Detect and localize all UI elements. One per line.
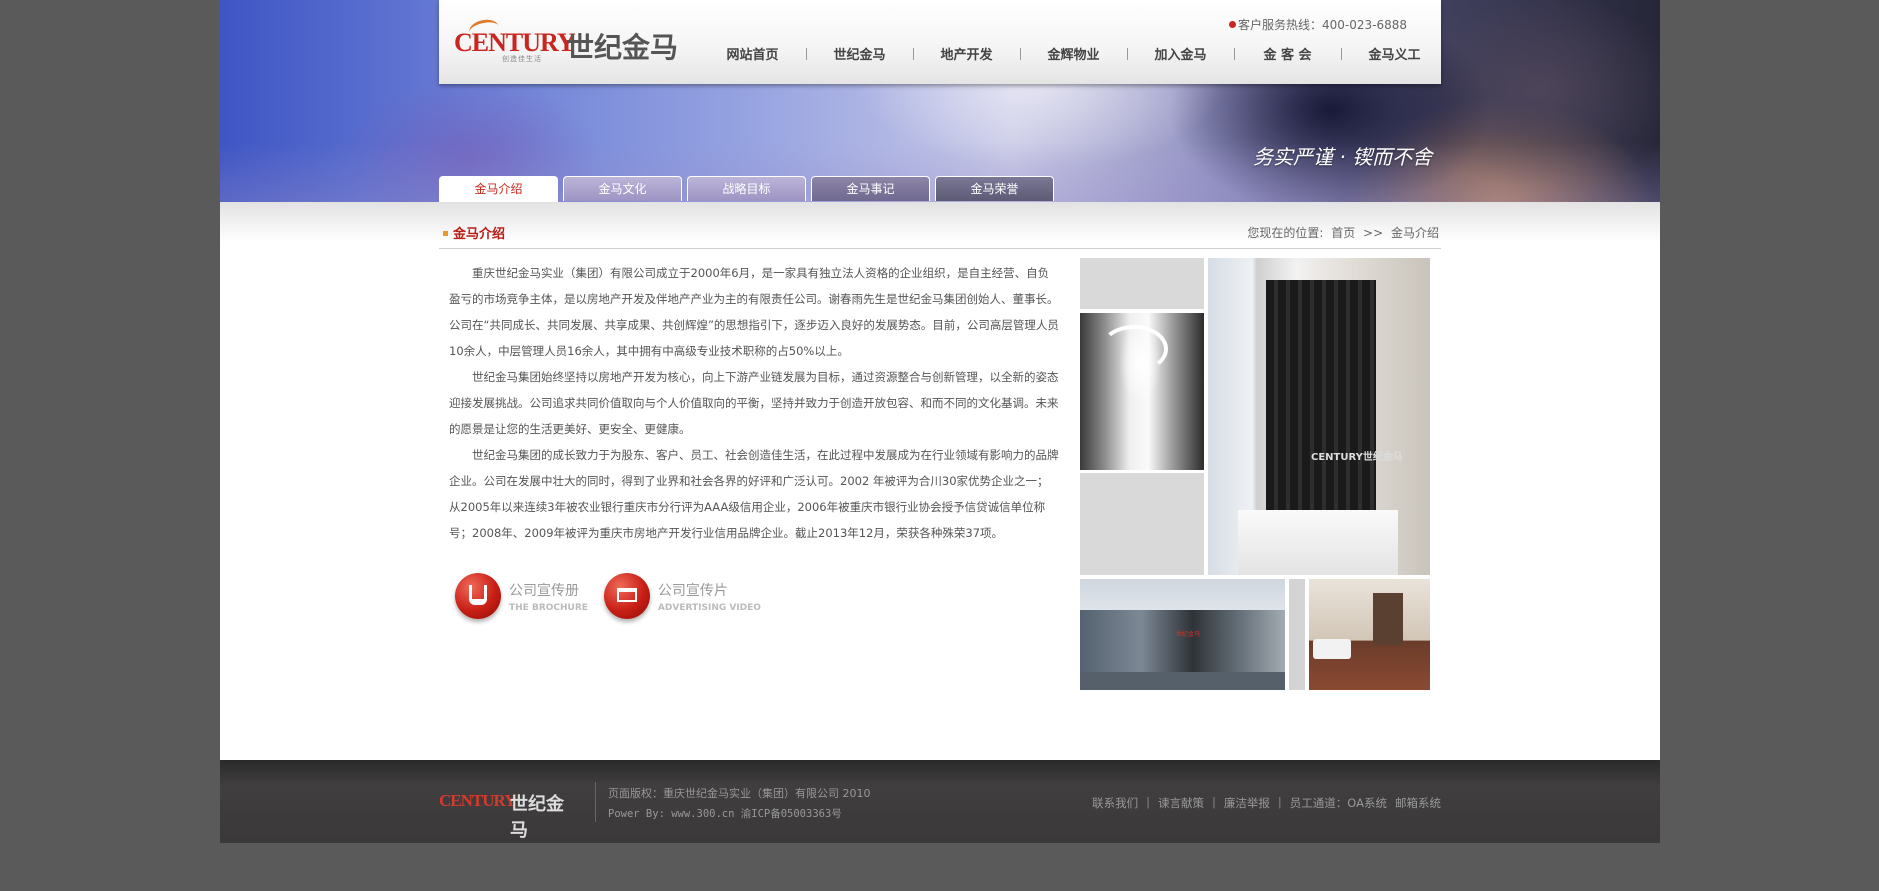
tab-events[interactable]: 金马事记 <box>811 176 930 201</box>
video-icon <box>603 573 650 619</box>
logo-tagline: 创造佳生活 <box>502 55 542 63</box>
article-paragraph: 世纪金马集团的成长致力于为股东、客户、员工、社会创造佳生活，在此过程中发展成为在… <box>449 448 1059 540</box>
hotline-text: 客户服务热线：400-023-6888 <box>1238 18 1408 32</box>
brochure-icon <box>455 573 501 619</box>
footer-logo[interactable]: CENTURY 世纪金马 <box>439 791 579 841</box>
reception-desk <box>1238 510 1398 575</box>
power-by-text: Power By: www.300.cn 渝ICP备05003363号 <box>608 808 842 820</box>
phone-icon <box>1229 21 1236 28</box>
footer-separator: | <box>1277 795 1282 809</box>
footer-link-contact[interactable]: 联系我们 <box>1092 795 1138 811</box>
banner-slogan: 务实严谨 · 锲而不舍 <box>1253 145 1433 169</box>
footer-logo-cn: 世纪金马 <box>510 794 564 841</box>
section-title: 金马介绍 <box>443 223 505 242</box>
brochure-text: 公司宣传册 THE BROCHURE <box>509 580 588 613</box>
building-photo: 世纪金马 <box>1080 579 1285 690</box>
nav-item-century[interactable]: 世纪金马 <box>806 44 913 64</box>
ceiling-light-shape <box>1100 325 1168 373</box>
photo-strip <box>1289 579 1305 690</box>
logo-text-cn: 世纪金马 <box>566 31 679 64</box>
video-label-en: ADVERTISING VIDEO <box>657 602 761 613</box>
lobby-wall <box>1266 280 1376 520</box>
sub-tabs: 金马介绍 金马文化 战略目标 金马事记 金马荣誉 <box>439 176 1059 202</box>
office-door <box>1373 593 1403 645</box>
office-sofa <box>1313 639 1351 659</box>
nav-item-club[interactable]: 金 客 会 <box>1234 44 1341 64</box>
footer: CENTURY 世纪金马 页面版权：重庆世纪金马实业（集团）有限公司 2010 … <box>220 760 1660 843</box>
footer-divider <box>595 782 596 822</box>
section-header: 金马介绍 您现在的位置: 首页 >> 金马介绍 <box>439 222 1441 249</box>
footer-links: 联系我们 | 谏言献策 | 廉洁举报 | 员工通道：OA系统 邮箱系统 <box>1092 795 1441 811</box>
breadcrumb: 您现在的位置: 首页 >> 金马介绍 <box>1245 224 1441 241</box>
video-label: 公司宣传片 <box>657 582 728 599</box>
footer-separator: | <box>1146 795 1151 809</box>
breadcrumb-separator-icon: >> <box>1363 226 1384 240</box>
breadcrumb-home[interactable]: 首页 <box>1331 226 1355 240</box>
footer-link-mail[interactable]: 邮箱系统 <box>1395 795 1441 811</box>
page-container: CENTURY 世纪金马 创造佳生活 客户服务热线：400-023-6888 网… <box>220 0 1660 843</box>
building-sign: 世纪金马 <box>1176 631 1201 638</box>
nav-item-property[interactable]: 金辉物业 <box>1020 44 1127 64</box>
banner: CENTURY 世纪金马 创造佳生活 客户服务热线：400-023-6888 网… <box>220 0 1660 202</box>
title-bullet-icon <box>443 231 448 236</box>
brochure-label: 公司宣传册 <box>509 582 579 599</box>
header: CENTURY 世纪金马 创造佳生活 客户服务热线：400-023-6888 网… <box>439 0 1441 84</box>
copyright-text: 页面版权：重庆世纪金马实业（集团）有限公司 2010 <box>608 787 871 800</box>
office-photo <box>1309 579 1430 690</box>
breadcrumb-label: 您现在的位置: <box>1247 226 1324 240</box>
brochure-link[interactable]: 公司宣传册 THE BROCHURE <box>455 573 588 619</box>
footer-link-oa[interactable]: 员工通道：OA系统 <box>1290 795 1387 811</box>
copyright: 页面版权：重庆世纪金马实业（集团）有限公司 2010 Power By: www… <box>608 784 871 824</box>
brochure-label-en: THE BROCHURE <box>509 602 588 613</box>
nav-item-real-estate[interactable]: 地产开发 <box>913 44 1020 64</box>
lobby-photo: CENTURY世纪金马 <box>1208 258 1430 575</box>
nav-item-home[interactable]: 网站首页 <box>699 44 806 64</box>
promo-links: 公司宣传册 THE BROCHURE 公司宣传片 ADVERTISING VID… <box>455 573 761 619</box>
video-link[interactable]: 公司宣传片 ADVERTISING VIDEO <box>603 573 761 619</box>
tab-honors[interactable]: 金马荣誉 <box>935 176 1054 201</box>
article-paragraph: 世纪金马集团始终坚持以房地产开发为核心，向上下游产业链发展为目标，通过资源整合与… <box>449 370 1059 436</box>
article-paragraph: 重庆世纪金马实业（集团）有限公司成立于2000年6月，是一家具有独立法人资格的企… <box>449 266 1059 358</box>
photo-placeholder-bottom <box>1080 473 1204 575</box>
customer-hotline: 客户服务热线：400-023-6888 <box>1229 16 1407 33</box>
nav-item-join[interactable]: 加入金马 <box>1127 44 1234 64</box>
lobby-sign: CENTURY世纪金马 <box>1311 452 1403 463</box>
tab-introduction[interactable]: 金马介绍 <box>439 176 558 202</box>
photo-placeholder-top <box>1080 258 1204 309</box>
tab-strategy[interactable]: 战略目标 <box>687 176 806 201</box>
footer-logo-en: CENTURY <box>439 791 516 810</box>
breadcrumb-current: 金马介绍 <box>1390 226 1439 240</box>
tab-culture[interactable]: 金马文化 <box>563 176 682 201</box>
footer-link-suggestions[interactable]: 谏言献策 <box>1158 795 1204 811</box>
corridor-photo <box>1080 313 1204 470</box>
footer-link-report[interactable]: 廉洁举报 <box>1224 795 1270 811</box>
nav-item-volunteer[interactable]: 金马义工 <box>1341 44 1448 64</box>
article-body: 重庆世纪金马实业（集团）有限公司成立于2000年6月，是一家具有独立法人资格的企… <box>449 260 1059 546</box>
building-ground <box>1080 672 1285 690</box>
main-nav: 网站首页 世纪金马 地产开发 金辉物业 加入金马 金 客 会 金马义工 <box>699 44 1448 64</box>
video-text: 公司宣传片 ADVERTISING VIDEO <box>658 580 761 613</box>
site-logo[interactable]: CENTURY 世纪金马 创造佳生活 <box>454 17 679 64</box>
section-title-text: 金马介绍 <box>453 227 506 242</box>
footer-separator: | <box>1212 795 1216 809</box>
